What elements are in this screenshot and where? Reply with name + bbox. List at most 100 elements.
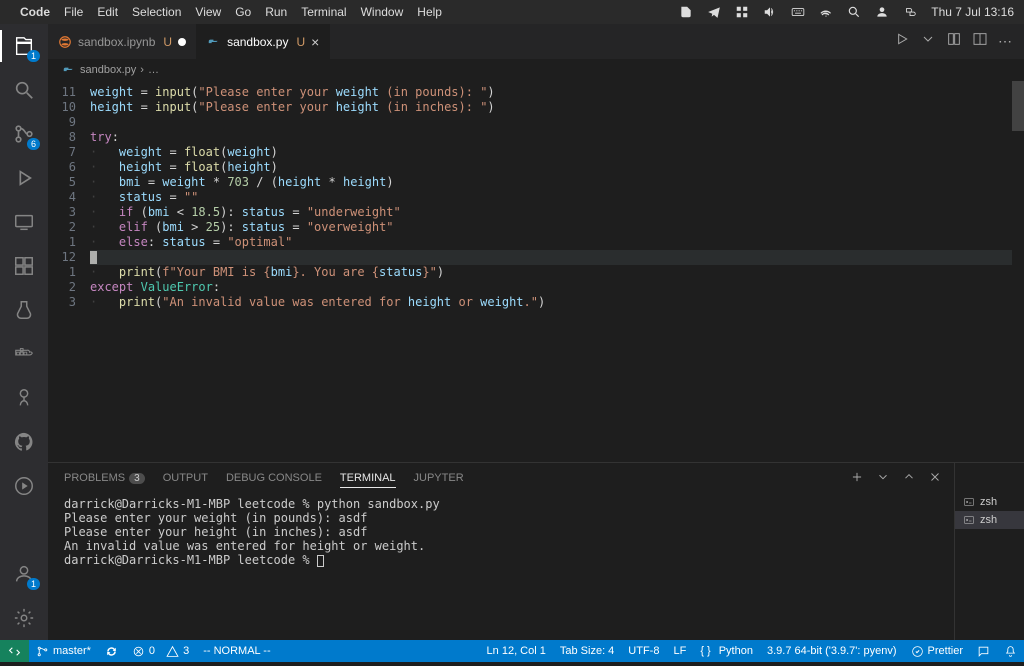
activity-debug-icon[interactable] [10, 164, 38, 192]
panel-tab-problems[interactable]: PROBLEMS3 [64, 472, 145, 484]
status-eol[interactable]: LF [666, 640, 693, 662]
status-tabsize[interactable]: Tab Size: 4 [553, 640, 621, 662]
scm-badge: 6 [27, 138, 40, 150]
diff-icon[interactable] [946, 31, 962, 52]
status-encoding[interactable]: UTF-8 [621, 640, 666, 662]
status-prettier[interactable]: Prettier [904, 640, 970, 662]
menubar-item-go[interactable]: Go [235, 5, 251, 19]
panel-tab-output[interactable]: OUTPUT [163, 472, 208, 484]
activity-extensions-icon[interactable] [10, 252, 38, 280]
menubar-item-help[interactable]: Help [417, 5, 442, 19]
tray-search-icon[interactable] [847, 5, 861, 19]
editor-tab-sandbox-py[interactable]: sandbox.py U × [197, 24, 330, 59]
tray-keyboard-icon[interactable] [791, 5, 805, 19]
tray-control-center-icon[interactable] [903, 5, 917, 19]
accounts-badge: 1 [27, 578, 40, 590]
breadcrumb-rest: … [148, 64, 159, 76]
menubar-item-terminal[interactable]: Terminal [301, 5, 346, 19]
activity-docker-icon[interactable] [10, 340, 38, 368]
python-icon [207, 35, 221, 49]
code-line[interactable]: except ValueError: [90, 280, 1012, 295]
code-line[interactable]: · else: status = "optimal" [90, 235, 1012, 250]
code-line[interactable]: · print("An invalid value was entered fo… [90, 295, 1012, 310]
code-area[interactable]: weight = input("Please enter your weight… [90, 81, 1012, 462]
terminal-list: zsh zsh [954, 463, 1024, 640]
menubar-item-view[interactable]: View [195, 5, 221, 19]
menubar-item-file[interactable]: File [64, 5, 83, 19]
menubar-app-name[interactable]: Code [20, 5, 50, 19]
scrollbar-thumb[interactable] [1012, 81, 1024, 131]
tray-evernote-icon[interactable] [679, 5, 693, 19]
status-interpreter[interactable]: 3.9.7 64-bit ('3.9.7': pyenv) [760, 640, 904, 662]
activity-settings-icon[interactable] [10, 604, 38, 632]
menubar-item-window[interactable]: Window [361, 5, 404, 19]
activity-github-icon[interactable] [10, 428, 38, 456]
activity-search-icon[interactable] [10, 76, 38, 104]
activity-bar: 1 6 1 [0, 24, 48, 640]
split-editor-icon[interactable] [972, 31, 988, 52]
status-lncol[interactable]: Ln 12, Col 1 [480, 640, 553, 662]
status-language[interactable]: { }Python [693, 640, 760, 662]
code-editor[interactable]: 111098765432112123 weight = input("Pleas… [48, 81, 1024, 462]
tray-volume-icon[interactable] [763, 5, 777, 19]
terminal[interactable]: darrick@Darricks-M1-MBP leetcode % pytho… [48, 493, 954, 640]
menubar-item-selection[interactable]: Selection [132, 5, 181, 19]
tray-telegram-icon[interactable] [707, 5, 721, 19]
code-line[interactable]: · status = "" [90, 190, 1012, 205]
status-sync-icon[interactable] [98, 640, 125, 662]
status-remote-icon[interactable] [0, 640, 29, 662]
code-line[interactable]: · height = float(height) [90, 160, 1012, 175]
activity-gitlens-icon[interactable] [10, 384, 38, 412]
activity-explorer-icon[interactable]: 1 [10, 32, 38, 60]
editor-tab-sandbox-ipynb[interactable]: sandbox.ipynb U [48, 24, 197, 59]
explorer-badge: 1 [27, 50, 40, 62]
status-feedback-icon[interactable] [970, 640, 997, 662]
breadcrumb[interactable]: sandbox.py › … [48, 59, 1024, 81]
code-line[interactable]: weight = input("Please enter your weight… [90, 85, 1012, 100]
more-icon[interactable]: ⋯ [998, 33, 1012, 50]
terminal-list-item[interactable]: zsh [955, 511, 1024, 529]
activity-accounts-icon[interactable]: 1 [10, 560, 38, 588]
editor-scrollbar[interactable] [1012, 81, 1024, 462]
code-line[interactable]: · weight = float(weight) [90, 145, 1012, 160]
tray-wifi-icon[interactable] [819, 5, 833, 19]
status-problems[interactable]: 0 3 [125, 640, 196, 662]
run-file-icon[interactable] [894, 31, 910, 52]
activity-liveshare-icon[interactable] [10, 472, 38, 500]
status-branch[interactable]: master* [29, 640, 98, 662]
activity-scm-icon[interactable]: 6 [10, 120, 38, 148]
breadcrumb-file: sandbox.py [80, 64, 136, 76]
menubar-item-run[interactable]: Run [265, 5, 287, 19]
tray-user-icon[interactable] [875, 5, 889, 19]
activity-remote-icon[interactable] [10, 208, 38, 236]
code-line[interactable]: · bmi = weight * 703 / (height * height) [90, 175, 1012, 190]
code-line[interactable]: · if (bmi < 18.5): status = "underweight… [90, 205, 1012, 220]
status-bar: master* 0 3 -- NORMAL -- Ln 12, Col 1 Ta… [0, 640, 1024, 662]
code-line[interactable]: height = input("Please enter your height… [90, 100, 1012, 115]
maximize-panel-icon[interactable] [902, 470, 916, 487]
terminal-dropdown-icon[interactable] [876, 470, 890, 487]
run-dropdown-icon[interactable] [920, 31, 936, 52]
panel-tabs: PROBLEMS3 OUTPUT DEBUG CONSOLE TERMINAL … [48, 463, 954, 493]
close-panel-icon[interactable] [928, 470, 942, 487]
tab-bar: sandbox.ipynb U sandbox.py U × ⋯ [48, 24, 1024, 59]
menubar-clock[interactable]: Thu 7 Jul 13:16 [931, 5, 1014, 19]
panel-tab-jupyter[interactable]: JUPYTER [414, 472, 464, 484]
tab-close-icon[interactable]: × [311, 34, 319, 50]
terminal-list-item[interactable]: zsh [955, 493, 1024, 511]
code-line[interactable]: · elif (bmi > 25): status = "overweight" [90, 220, 1012, 235]
tab-dirty-dot [178, 38, 186, 46]
problems-badge: 3 [129, 473, 145, 484]
panel-tab-terminal[interactable]: TERMINAL [340, 472, 396, 488]
new-terminal-icon[interactable] [850, 470, 864, 487]
menubar-item-edit[interactable]: Edit [97, 5, 118, 19]
panel-tab-debug[interactable]: DEBUG CONSOLE [226, 472, 322, 484]
code-line[interactable]: try: [90, 130, 1012, 145]
tray-grid-icon[interactable] [735, 5, 749, 19]
code-line[interactable] [90, 250, 1012, 265]
code-line[interactable]: · print(f"Your BMI is {bmi}. You are {st… [90, 265, 1012, 280]
status-bell-icon[interactable] [997, 640, 1024, 662]
breadcrumb-sep: › [140, 64, 144, 76]
code-line[interactable] [90, 115, 1012, 130]
activity-testing-icon[interactable] [10, 296, 38, 324]
